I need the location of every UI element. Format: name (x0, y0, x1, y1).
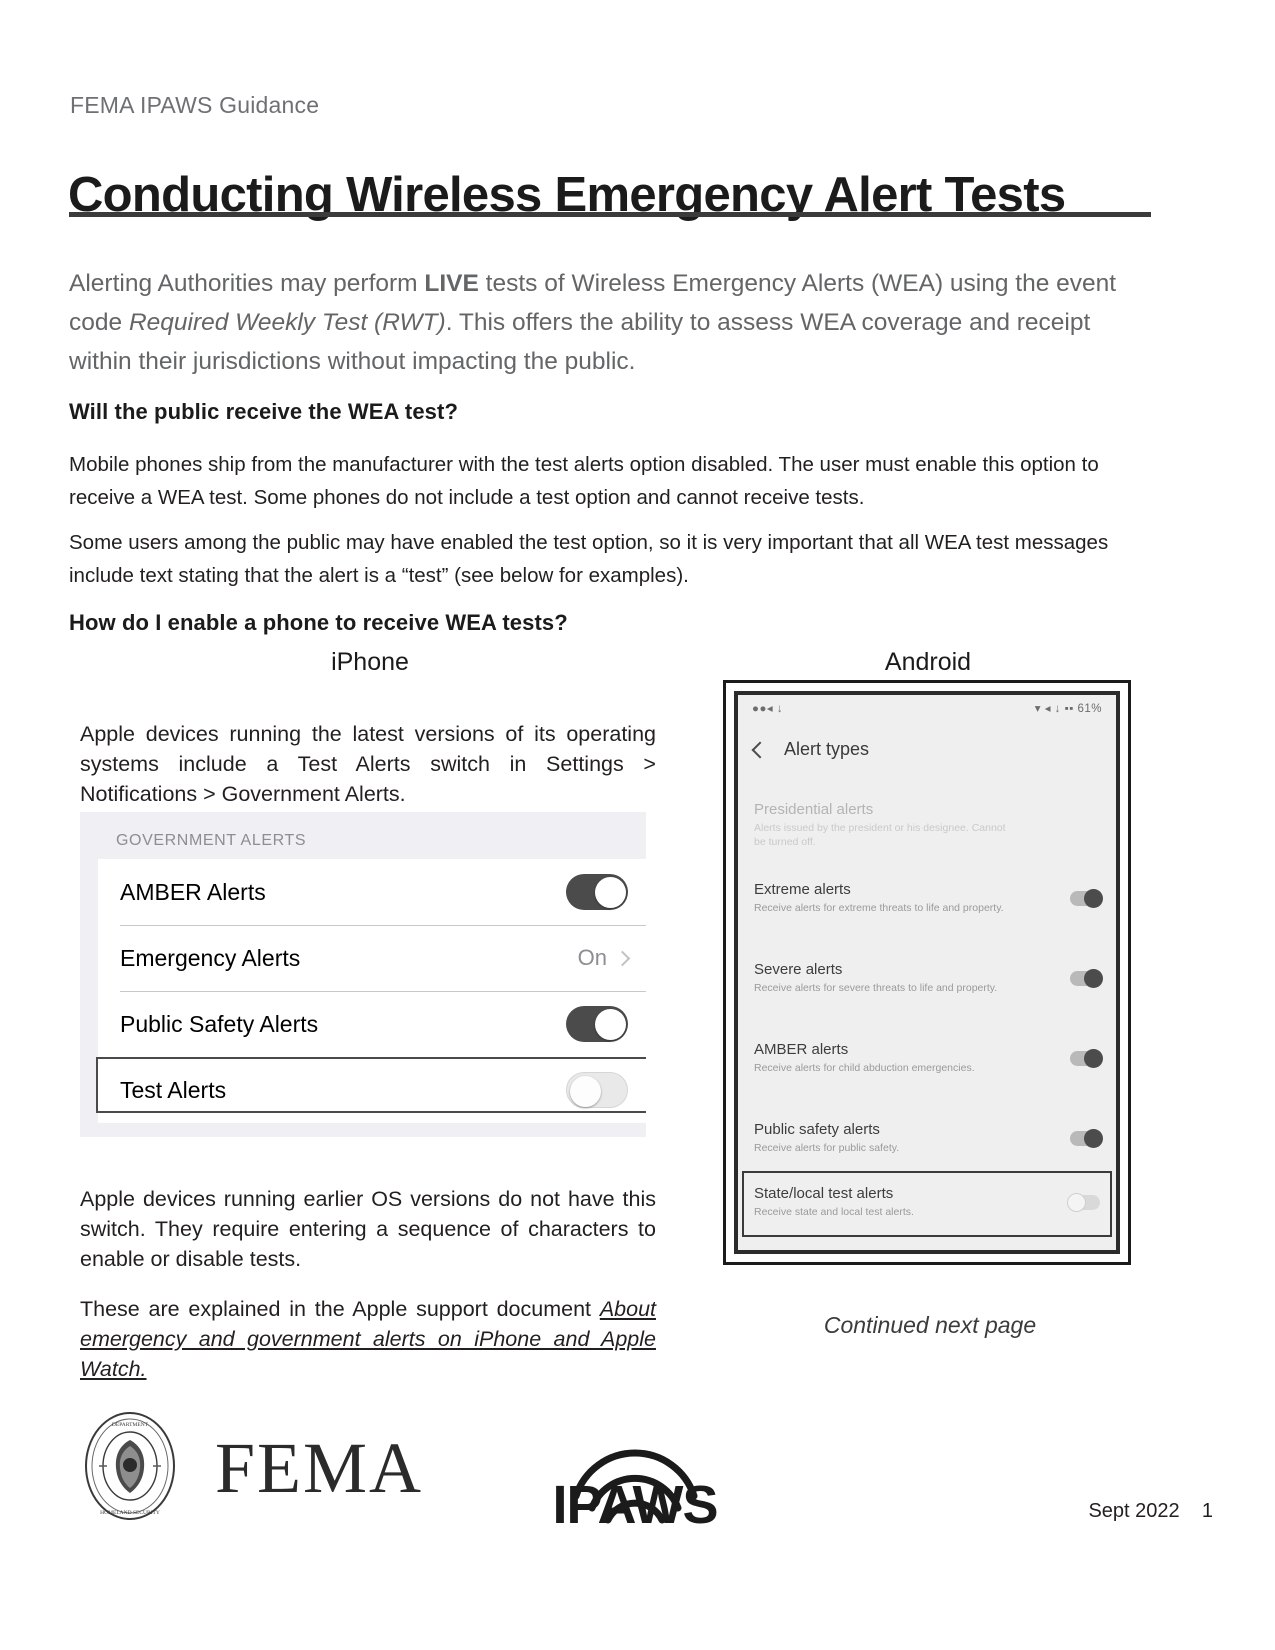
document-kicker: FEMA IPAWS Guidance (70, 92, 320, 118)
android-row-public-safety-alerts[interactable]: Public safety alerts Receive alerts for … (738, 1121, 1116, 1155)
android-row-name: State/local test alerts (754, 1185, 894, 1202)
chevron-right-icon (614, 950, 631, 966)
extreme-alerts-switch[interactable] (1070, 888, 1103, 908)
title-divider (69, 212, 1151, 217)
ios-row-public-safety-alerts[interactable]: Public Safety Alerts (98, 991, 646, 1057)
android-row-description: Receive alerts for extreme threats to li… (754, 902, 1004, 914)
intro-paragraph: Alerting Authorities may perform LIVE te… (69, 264, 1144, 381)
status-bar-left: ●●◂ ↓ (752, 703, 784, 715)
android-row-description: Receive alerts for severe threats to lif… (754, 982, 998, 994)
column-heading-android: Android (884, 648, 972, 676)
android-row-state-local-test-alerts[interactable]: State/local test alerts Receive state an… (738, 1185, 1116, 1219)
ios-row-control[interactable] (566, 1072, 646, 1108)
ios-row-control[interactable] (566, 874, 646, 910)
android-row-extreme-alerts[interactable]: Extreme alerts Receive alerts for extrem… (738, 881, 1116, 915)
amber-alerts-toggle[interactable] (566, 874, 628, 910)
android-row-description: Receive state and local test alerts. (754, 1206, 914, 1218)
android-row-presidential-alerts: Presidential alerts Alerts issued by the… (738, 801, 1116, 849)
public-safety-alerts-toggle[interactable] (566, 1006, 628, 1042)
android-row-name: AMBER alerts (754, 1041, 849, 1058)
toggle-knob (569, 1075, 601, 1107)
page-footer-mark: Sept 2022 1 (1088, 1500, 1213, 1522)
fema-wordmark: FEMA (215, 1428, 424, 1508)
android-title-bar: Alert types (738, 739, 1116, 760)
ios-row-amber-alerts[interactable]: AMBER Alerts (98, 859, 646, 925)
question-heading-2: How do I enable a phone to receive WEA t… (69, 610, 568, 636)
ios-row-test-alerts[interactable]: Test Alerts (98, 1057, 646, 1123)
answer-paragraph-2: Some users among the public may have ena… (69, 530, 1109, 587)
status-bar-right: ▾ ◂ ↓ ▪▪ 61% (1034, 703, 1102, 715)
android-row-name: Severe alerts (754, 961, 843, 978)
state-local-test-alerts-switch[interactable] (1067, 1192, 1100, 1212)
android-row-name: Extreme alerts (754, 881, 851, 898)
support-doc-lead: These are explained in the Apple support… (80, 1296, 600, 1321)
ios-row-label: Public Safety Alerts (120, 1010, 319, 1037)
ipaws-wordmark: IPAWS (552, 1475, 718, 1535)
android-row-description: Receive alerts for child abduction emerg… (754, 1062, 975, 1074)
intro-part1: Alerting Authorities may perform (69, 269, 425, 297)
intro-event-code: Required Weekly Test (RWT) (128, 308, 446, 336)
back-arrow-icon[interactable] (751, 741, 769, 758)
continued-note: Continued next page (823, 1312, 1037, 1338)
iphone-paragraph-3: These are explained in the Apple support… (80, 1294, 656, 1384)
toggle-knob (594, 876, 626, 908)
test-alerts-toggle[interactable] (566, 1072, 628, 1108)
android-row-description: Receive alerts for public safety. (754, 1142, 900, 1154)
answer-paragraph-1: Mobile phones ship from the manufacturer… (69, 452, 1099, 509)
iphone-paragraph-1: Apple devices running the latest version… (80, 721, 656, 806)
ios-row-label: Emergency Alerts (120, 944, 301, 971)
ios-section-header: GOVERNMENT ALERTS (116, 832, 307, 849)
emergency-alerts-value: On (577, 945, 607, 970)
svg-text:DEPARTMENT: DEPARTMENT (112, 1422, 149, 1428)
severe-alerts-switch[interactable] (1070, 968, 1103, 988)
ios-row-control[interactable]: On (578, 945, 646, 971)
android-row-name: Presidential alerts (754, 801, 874, 818)
column-heading-iphone: iPhone (331, 648, 409, 676)
amber-alerts-switch[interactable] (1070, 1048, 1103, 1068)
ios-row-emergency-alerts[interactable]: Emergency Alerts On (98, 925, 646, 991)
question-heading-1: Will the public receive the WEA test? (69, 399, 458, 425)
iphone-paragraph-2: Apple devices running earlier OS version… (80, 1186, 656, 1271)
android-settings-screenshot: ●●◂ ↓ ▾ ◂ ↓ ▪▪ 61% Alert types President… (723, 680, 1131, 1265)
android-row-severe-alerts[interactable]: Severe alerts Receive alerts for severe … (738, 961, 1116, 995)
android-screen-title: Alert types (784, 739, 870, 759)
document-page: FEMA IPAWS Guidance Conducting Wireless … (0, 0, 1275, 1650)
android-status-bar: ●●◂ ↓ ▾ ◂ ↓ ▪▪ 61% (738, 695, 1116, 721)
iphone-settings-screenshot: GOVERNMENT ALERTS AMBER Alerts Emergency… (80, 812, 646, 1137)
svg-text:HOMELAND SECURITY: HOMELAND SECURITY (100, 1510, 160, 1516)
public-safety-alerts-switch[interactable] (1070, 1128, 1103, 1148)
dhs-seal-logo: DEPARTMENT HOMELAND SECURITY (85, 1412, 175, 1520)
android-screen: ●●◂ ↓ ▾ ◂ ↓ ▪▪ 61% Alert types President… (734, 691, 1120, 1254)
android-row-description: Alerts issued by the president or his de… (754, 822, 1006, 848)
ios-row-label: Test Alerts (120, 1076, 227, 1103)
intro-live-emphasis: LIVE (424, 269, 479, 297)
toggle-knob (594, 1008, 626, 1040)
ios-row-label: AMBER Alerts (120, 878, 266, 905)
ios-settings-list: AMBER Alerts Emergency Alerts On Public … (98, 859, 646, 1123)
android-row-amber-alerts[interactable]: AMBER alerts Receive alerts for child ab… (738, 1041, 1116, 1075)
ios-row-control[interactable] (566, 1006, 646, 1042)
android-row-name: Public safety alerts (754, 1121, 880, 1138)
